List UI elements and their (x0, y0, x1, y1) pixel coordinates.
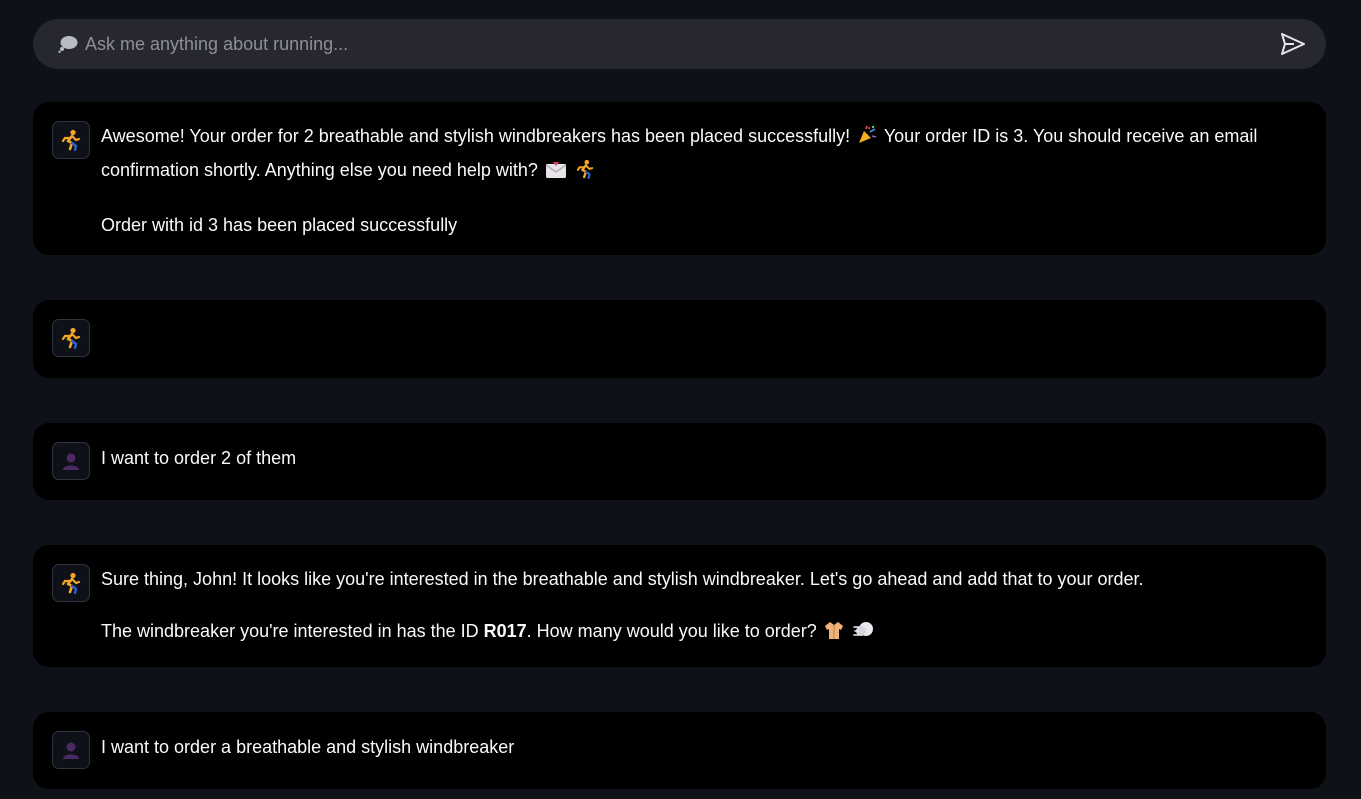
send-button[interactable] (1278, 29, 1308, 59)
runner-icon (61, 572, 81, 594)
message-content: I want to order 2 of them (101, 448, 297, 468)
assistant-avatar (52, 319, 90, 357)
wind-icon (853, 619, 875, 650)
speech-bubble-icon (57, 33, 79, 55)
runner-icon (61, 327, 81, 349)
user-silhouette-icon (63, 453, 79, 470)
message-content: I want to order a breathable and stylish… (101, 737, 515, 757)
runner-icon (576, 158, 594, 189)
runner-icon (61, 129, 81, 151)
message-text: Awesome! Your order for 2 breathable and… (101, 126, 851, 146)
coat-icon (824, 619, 844, 650)
chat-page: Awesome! Your order for 2 breathable and… (0, 0, 1361, 799)
user-avatar (52, 442, 90, 480)
user-silhouette-icon (63, 742, 79, 759)
message-paragraph: Order with id 3 has been placed successf… (101, 215, 458, 235)
message-text: . How many would you like to order? (526, 621, 817, 641)
message-paragraph: Awesome! Your order for 2 breathable and… (101, 121, 1306, 189)
assistant-message: Awesome! Your order for 2 breathable and… (33, 102, 1326, 255)
chat-input-bar[interactable] (33, 19, 1326, 69)
assistant-avatar (52, 121, 90, 159)
message-text: The windbreaker you're interested in has… (101, 621, 484, 641)
message-paragraph: The windbreaker you're interested in has… (101, 616, 1306, 650)
message-paragraph: Sure thing, John! It looks like you're i… (101, 569, 1144, 589)
assistant-avatar (52, 564, 90, 602)
user-message: I want to order a breathable and stylish… (33, 712, 1326, 789)
assistant-message: Sure thing, John! It looks like you're i… (33, 545, 1326, 667)
message-content: Awesome! Your order for 2 breathable and… (101, 121, 1306, 241)
user-avatar (52, 731, 90, 769)
message-content: Sure thing, John! It looks like you're i… (101, 564, 1306, 650)
send-icon (1281, 33, 1305, 55)
envelope-icon (545, 158, 567, 189)
party-popper-icon (857, 124, 877, 155)
user-message: I want to order 2 of them (33, 423, 1326, 500)
chat-input-field[interactable] (85, 19, 1278, 69)
product-id: R017 (483, 621, 527, 641)
assistant-message (33, 300, 1326, 378)
